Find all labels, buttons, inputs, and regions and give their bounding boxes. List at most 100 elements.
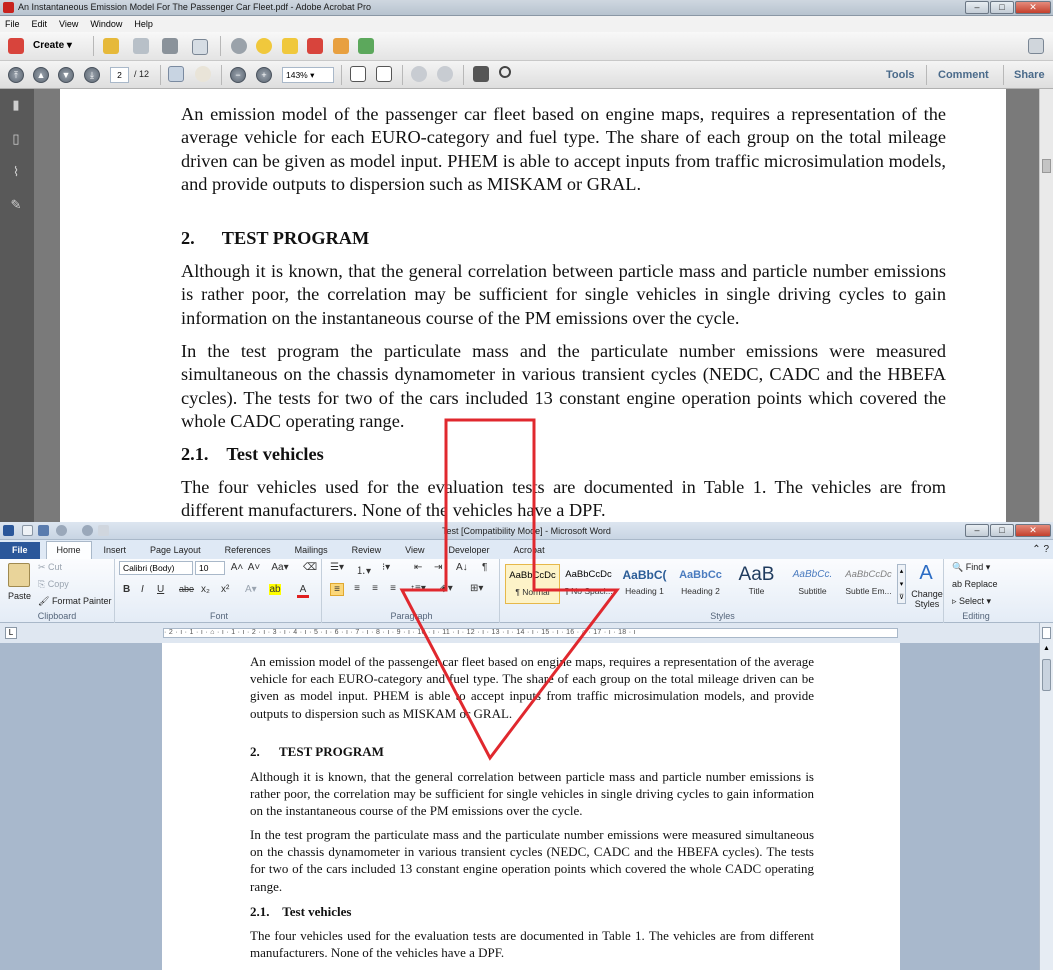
word-page[interactable]: An emission model of the passenger car f… <box>162 643 900 970</box>
snapshot-icon[interactable] <box>473 66 489 82</box>
close-button[interactable]: ✕ <box>1015 524 1051 537</box>
font-color-icon[interactable]: A <box>297 584 309 598</box>
tab-review[interactable]: Review <box>340 545 394 559</box>
next-page-icon[interactable]: ▼ <box>58 67 74 83</box>
bullets-icon[interactable]: ☰▾ <box>330 562 344 573</box>
highlight-icon[interactable] <box>282 38 298 54</box>
paste-button[interactable]: Paste <box>8 591 31 601</box>
shrink-font-icon[interactable]: A˅ <box>247 562 261 573</box>
menu-file[interactable]: File <box>5 19 20 29</box>
zoom-in-icon[interactable]: + <box>256 67 272 83</box>
bold-icon[interactable]: B <box>123 584 130 595</box>
underline-icon[interactable]: U <box>157 584 164 595</box>
align-right-icon[interactable]: ≡ <box>368 583 382 594</box>
word-paragraph[interactable]: Although it is known, that the general c… <box>250 768 814 820</box>
horizontal-ruler[interactable]: · 2 · ı · 1 · ı · ⌂ · ı · 1 · ı · 2 · ı … <box>163 628 898 638</box>
gear-icon[interactable] <box>231 38 247 54</box>
first-page-icon[interactable]: ⤒ <box>8 67 24 83</box>
replace-button[interactable]: ab Replace <box>952 579 998 589</box>
previous-page-icon[interactable]: ▲ <box>33 67 49 83</box>
shading-icon[interactable]: ◈▾ <box>440 583 453 594</box>
page-thumbnails-icon[interactable]: ▮ <box>8 97 24 115</box>
comment-bubble-icon[interactable] <box>256 38 272 54</box>
superscript-icon[interactable]: x² <box>221 584 229 595</box>
style-title[interactable]: AaB Title <box>729 564 784 604</box>
attachments-icon[interactable]: ⌇ <box>8 164 24 182</box>
styles-gallery-scroll[interactable]: ▴ ▾ ⊽ <box>897 564 906 604</box>
tab-developer[interactable]: Developer <box>437 545 502 559</box>
rotate-left-icon[interactable] <box>411 66 427 82</box>
copy-button[interactable]: ⎘ Copy <box>38 579 69 590</box>
tab-acrobat[interactable]: Acrobat <box>502 545 557 559</box>
scrollbar-thumb[interactable] <box>1042 159 1051 173</box>
align-center-icon[interactable]: ≡ <box>350 583 364 594</box>
cut-button[interactable]: ✂ Cut <box>38 562 62 573</box>
help-icon[interactable]: ⌃ ? <box>1032 544 1053 559</box>
zoom-out-icon[interactable]: − <box>230 67 246 83</box>
menu-window[interactable]: Window <box>90 19 122 29</box>
italic-icon[interactable]: I <box>141 584 144 595</box>
font-size-select[interactable]: 10 <box>195 561 225 575</box>
fit-width-icon[interactable] <box>376 66 392 82</box>
decrease-indent-icon[interactable]: ⇤ <box>414 562 422 573</box>
last-page-icon[interactable]: ⤓ <box>84 67 100 83</box>
tab-references[interactable]: References <box>213 545 283 559</box>
font-name-select[interactable]: Calibri (Body) <box>119 561 193 575</box>
print-icon[interactable] <box>162 38 178 54</box>
sort-icon[interactable]: A↓ <box>456 562 468 573</box>
fit-page-icon[interactable] <box>350 66 366 82</box>
select-cursor-icon[interactable] <box>168 66 184 82</box>
borders-icon[interactable]: ⊞▾ <box>470 583 483 594</box>
maximize-button[interactable]: □ <box>990 1 1014 14</box>
close-button[interactable]: ✕ <box>1015 1 1051 14</box>
tab-mailings[interactable]: Mailings <box>283 545 340 559</box>
word-subheading[interactable]: 2.1. Test vehicles <box>250 903 814 920</box>
word-vertical-scrollbar[interactable]: ▲ <box>1039 623 1053 970</box>
acrobat-vertical-scrollbar[interactable] <box>1039 89 1053 522</box>
tab-insert[interactable]: Insert <box>92 545 139 559</box>
style-subtitle[interactable]: AaBbCc. Subtitle <box>785 564 840 604</box>
scrollbar-thumb[interactable] <box>1042 659 1051 691</box>
highlight-color-icon[interactable]: ab <box>269 584 281 595</box>
tab-selector-icon[interactable]: L <box>5 627 17 639</box>
zoom-select[interactable]: 143% ▾ <box>282 67 334 83</box>
strikethrough-icon[interactable]: abe <box>179 584 194 594</box>
find-button[interactable]: 🔍 Find ▾ <box>952 562 990 573</box>
save-icon[interactable] <box>133 38 149 54</box>
tools-pane-button[interactable]: Tools <box>886 69 915 81</box>
style-subtle-emphasis[interactable]: AaBbCcDc Subtle Em... <box>841 564 896 604</box>
change-styles-icon[interactable]: A <box>912 562 940 585</box>
sign-icon[interactable] <box>307 38 323 54</box>
align-left-icon[interactable]: ≡ <box>330 583 344 596</box>
word-paragraph[interactable]: The four vehicles used for the evaluatio… <box>250 927 814 961</box>
share-file-icon[interactable] <box>358 38 374 54</box>
word-paragraph[interactable]: An emission model of the passenger car f… <box>250 653 814 722</box>
ruler-toggle-icon[interactable] <box>1042 627 1051 639</box>
export-icon[interactable] <box>333 38 349 54</box>
show-formatting-icon[interactable]: ¶ <box>482 562 487 573</box>
tab-home[interactable]: Home <box>45 541 92 559</box>
menu-help[interactable]: Help <box>134 19 153 29</box>
style-heading-2[interactable]: AaBbCc Heading 2 <box>673 564 728 604</box>
clear-formatting-icon[interactable]: ⌫ <box>303 562 317 573</box>
format-painter-button[interactable]: 🖌 Format Painter <box>38 596 111 607</box>
page-number-input[interactable]: 2 <box>110 67 129 83</box>
paste-icon[interactable] <box>8 563 30 587</box>
rotate-right-icon[interactable] <box>437 66 453 82</box>
menu-view[interactable]: View <box>59 19 78 29</box>
scroll-up-icon[interactable]: ▲ <box>1042 645 1051 655</box>
increase-indent-icon[interactable]: ⇥ <box>434 562 442 573</box>
search-icon[interactable] <box>499 66 511 78</box>
minimize-button[interactable]: – <box>965 1 989 14</box>
change-styles-button[interactable]: Change Styles <box>910 589 944 609</box>
tab-page-layout[interactable]: Page Layout <box>138 545 213 559</box>
style-no-spacing[interactable]: AaBbCcDc ¶ No Spaci... <box>561 564 616 604</box>
expand-icon[interactable] <box>1028 38 1044 54</box>
style-heading-1[interactable]: AaBbC( Heading 1 <box>617 564 672 604</box>
tab-view[interactable]: View <box>393 545 436 559</box>
bookmarks-icon[interactable]: ▯ <box>8 131 24 149</box>
grow-font-icon[interactable]: A˄ <box>230 562 244 573</box>
acrobat-document-area[interactable]: An emission model of the passenger car f… <box>34 89 1039 522</box>
open-icon[interactable] <box>103 38 119 54</box>
style-normal[interactable]: AaBbCcDc ¶ Normal <box>505 564 560 604</box>
